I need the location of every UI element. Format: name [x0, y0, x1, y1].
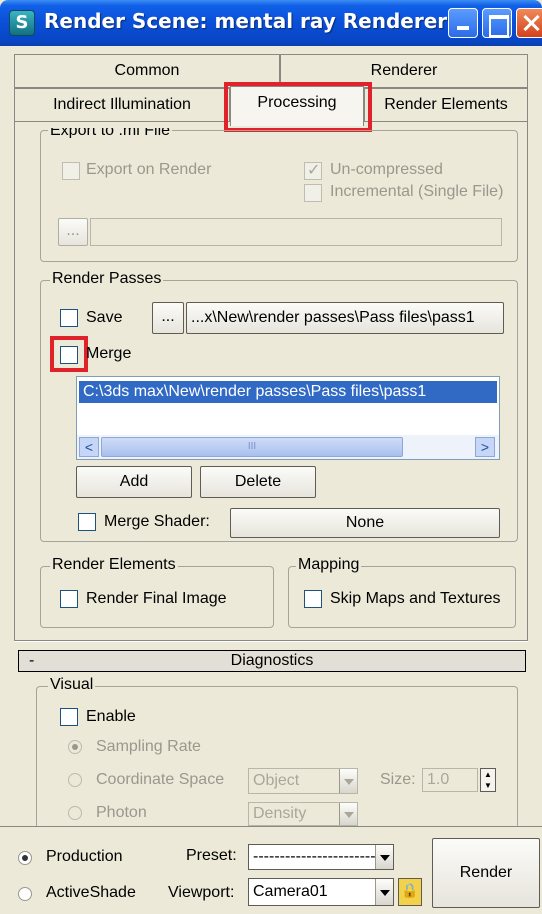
render-passes-group-title: Render Passes — [50, 270, 164, 288]
close-button[interactable] — [516, 8, 542, 38]
save-checkbox[interactable] — [60, 309, 78, 327]
skip-maps-checkbox[interactable] — [304, 590, 322, 608]
preset-dropdown-arrow-icon[interactable] — [375, 845, 393, 869]
panel-divider — [14, 640, 528, 642]
merge-checkbox-highlight — [50, 336, 88, 372]
photon-label: Photon — [96, 804, 147, 821]
tab-render-elements[interactable]: Render Elements — [364, 88, 528, 122]
enable-checkbox[interactable] — [60, 708, 78, 726]
mapping-group-title: Mapping — [296, 556, 362, 574]
viewport-dropdown[interactable]: Camera01 — [248, 878, 394, 906]
incremental-checkbox[interactable] — [304, 184, 322, 202]
render-final-image-label: Render Final Image — [86, 590, 227, 607]
minimize-button[interactable] — [448, 8, 478, 38]
maximize-icon — [483, 9, 511, 37]
size-label: Size: — [380, 771, 416, 788]
viewport-value: Camera01 — [253, 883, 328, 900]
window-title: Render Scene: mental ray Renderer — [44, 9, 448, 33]
sampling-rate-label: Sampling Rate — [96, 738, 201, 755]
coordinate-space-dropdown[interactable]: Object — [248, 768, 358, 794]
scroll-thumb[interactable]: III — [101, 437, 403, 457]
scroll-right-icon[interactable]: > — [475, 437, 495, 457]
viewport-label: Viewport: — [168, 884, 235, 901]
merge-shader-button[interactable]: None — [230, 508, 500, 538]
preset-label: Preset: — [186, 847, 237, 864]
title-bar[interactable]: S Render Scene: mental ray Renderer — [0, 0, 542, 46]
passes-list-item[interactable]: C:\3ds max\New\render passes\Pass files\… — [79, 381, 497, 403]
coordinate-space-radio[interactable] — [68, 773, 82, 787]
tab-indirect-illumination[interactable]: Indirect Illumination — [14, 88, 230, 122]
lock-viewport-icon[interactable]: 🔒 — [398, 878, 422, 906]
visual-group-title: Visual — [48, 676, 96, 694]
enable-label: Enable — [86, 708, 136, 725]
render-elements-group-title: Render Elements — [50, 556, 178, 574]
photon-value: Density — [253, 805, 307, 822]
passes-listbox[interactable]: C:\3ds max\New\render passes\Pass files\… — [76, 376, 500, 460]
uncompressed-checkbox[interactable] — [304, 160, 322, 180]
uncompressed-label: Un-compressed — [330, 161, 443, 178]
merge-label: Merge — [86, 345, 132, 362]
render-button[interactable]: Render — [432, 838, 540, 908]
size-spinner-field[interactable]: 1.0 — [422, 768, 478, 792]
save-browse-button[interactable]: ... — [152, 302, 184, 334]
add-button[interactable]: Add — [76, 466, 192, 498]
merge-shader-checkbox[interactable] — [78, 513, 96, 531]
export-mi-path-field[interactable] — [90, 218, 502, 246]
photon-radio[interactable] — [68, 806, 82, 820]
passes-horizontal-scrollbar[interactable]: < III > — [77, 435, 499, 459]
viewport-dropdown-arrow-icon[interactable] — [375, 879, 393, 905]
diagnostics-title: Diagnostics — [230, 652, 314, 669]
app-icon: S — [9, 10, 35, 36]
preset-value: ----------------------------- — [253, 848, 394, 865]
save-path-button[interactable]: ...x\New\render passes\Pass files\pass1 — [186, 302, 504, 334]
photon-dropdown[interactable]: Density — [248, 802, 358, 826]
export-on-render-label: Export on Render — [86, 161, 212, 178]
preset-dropdown[interactable]: ----------------------------- — [248, 844, 394, 870]
size-spinner-arrows-icon[interactable]: ▲ ▼ — [480, 768, 496, 792]
export-mi-group-title: Export to .mi File — [48, 128, 173, 138]
save-label: Save — [86, 309, 123, 326]
delete-button[interactable]: Delete — [200, 466, 316, 498]
diagnostics-rollout-header[interactable]: - Diagnostics — [18, 650, 526, 672]
production-radio[interactable] — [18, 851, 32, 865]
coordinate-dropdown-arrow-icon[interactable] — [339, 769, 357, 793]
sampling-rate-radio[interactable] — [68, 740, 82, 754]
coordinate-space-label: Coordinate Space — [96, 771, 225, 788]
scroll-left-icon[interactable]: < — [79, 437, 99, 457]
close-icon — [517, 9, 542, 37]
coordinate-space-value: Object — [253, 772, 300, 789]
merge-shader-label: Merge Shader: — [104, 513, 210, 530]
incremental-label: Incremental (Single File) — [330, 183, 504, 200]
activeshade-radio[interactable] — [18, 887, 32, 901]
activeshade-label: ActiveShade — [46, 884, 136, 901]
photon-dropdown-arrow-icon[interactable] — [339, 803, 357, 825]
minimize-icon — [449, 9, 477, 37]
render-final-image-checkbox[interactable] — [60, 590, 78, 608]
skip-maps-label: Skip Maps and Textures — [330, 590, 501, 607]
production-label: Production — [46, 848, 123, 865]
export-mi-browse-button[interactable]: ... — [58, 218, 88, 246]
maximize-button[interactable] — [482, 8, 512, 38]
export-on-render-checkbox[interactable] — [62, 162, 80, 180]
